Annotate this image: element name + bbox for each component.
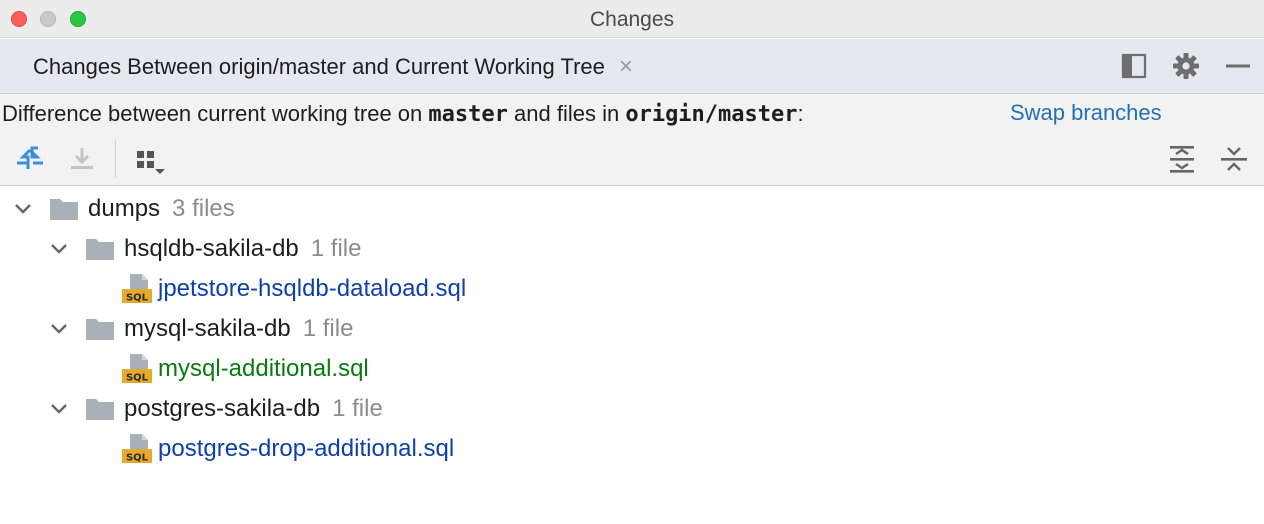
changes-toolbar: [0, 134, 1264, 186]
minimize-icon[interactable]: [1223, 51, 1253, 81]
tree-folder-root[interactable]: dumps 3 files: [12, 189, 235, 229]
svg-text:SQL: SQL: [126, 293, 149, 304]
folder-name: hsqldb-sakila-db: [124, 235, 299, 262]
group-by-icon[interactable]: [133, 142, 167, 176]
sql-file-icon: SQL: [122, 434, 152, 464]
folder-name: mysql-sakila-db: [124, 315, 291, 342]
title-bar: Changes: [0, 0, 1264, 38]
file-name[interactable]: postgres-drop-additional.sql: [158, 435, 454, 463]
folder-name: postgres-sakila-db: [124, 395, 321, 422]
swap-branches-link[interactable]: Swap branches: [1010, 100, 1162, 126]
description-suffix: :: [797, 101, 804, 126]
sql-file-icon: SQL: [122, 354, 152, 384]
file-count: 1 file: [332, 395, 383, 422]
folder-icon: [50, 199, 78, 220]
folder-icon: [86, 319, 114, 340]
tree-folder-row[interactable]: postgres-sakila-db 1 file: [48, 389, 383, 429]
file-name[interactable]: mysql-additional.sql: [158, 355, 369, 383]
file-name[interactable]: jpetstore-hsqldb-dataload.sql: [158, 275, 466, 303]
tree-folder-row[interactable]: mysql-sakila-db 1 file: [48, 309, 353, 349]
tab-changes-between[interactable]: Changes Between origin/master and Curren…: [0, 39, 653, 94]
file-count: 1 file: [310, 235, 362, 262]
description-middle: and files in: [514, 101, 620, 126]
svg-text:SQL: SQL: [126, 453, 149, 464]
window-title: Changes: [589, 8, 675, 31]
chevron-down-icon[interactable]: [48, 398, 70, 420]
panel-layout-icon[interactable]: [1119, 51, 1149, 81]
svg-text:SQL: SQL: [126, 373, 149, 384]
tree-file-row[interactable]: SQL jpetstore-hsqldb-dataload.sql: [122, 269, 466, 309]
toolbar-separator: [115, 140, 116, 178]
description-prefix: Difference between current working tree …: [2, 101, 423, 126]
chevron-down-icon[interactable]: [48, 318, 70, 340]
download-icon[interactable]: [65, 142, 99, 176]
tab-label: Changes Between origin/master and Curren…: [33, 53, 605, 79]
tree-folder-row[interactable]: hsqldb-sakila-db 1 file: [48, 229, 361, 269]
remote-branch-name: origin/master: [625, 101, 798, 127]
gear-icon[interactable]: [1171, 51, 1201, 81]
tree-file-row[interactable]: SQL postgres-drop-additional.sql: [122, 429, 454, 469]
expand-all-icon[interactable]: [1165, 142, 1199, 176]
show-diff-icon[interactable]: [13, 142, 47, 176]
sql-file-icon: SQL: [122, 274, 152, 304]
chevron-down-icon[interactable]: [48, 238, 70, 260]
file-count: 3 files: [172, 195, 235, 222]
tool-window-tab-bar: Changes Between origin/master and Curren…: [0, 39, 1264, 94]
file-count: 1 file: [302, 315, 354, 342]
folder-icon: [86, 239, 114, 260]
comparison-description: Difference between current working tree …: [0, 94, 1264, 134]
tab-close-icon[interactable]: ×: [619, 54, 633, 79]
current-branch-name: master: [428, 101, 508, 127]
tree-file-row[interactable]: SQL mysql-additional.sql: [122, 349, 369, 389]
chevron-down-icon[interactable]: [12, 198, 34, 220]
folder-icon: [86, 399, 114, 420]
collapse-all-icon[interactable]: [1217, 142, 1251, 176]
folder-name: dumps: [88, 195, 161, 222]
